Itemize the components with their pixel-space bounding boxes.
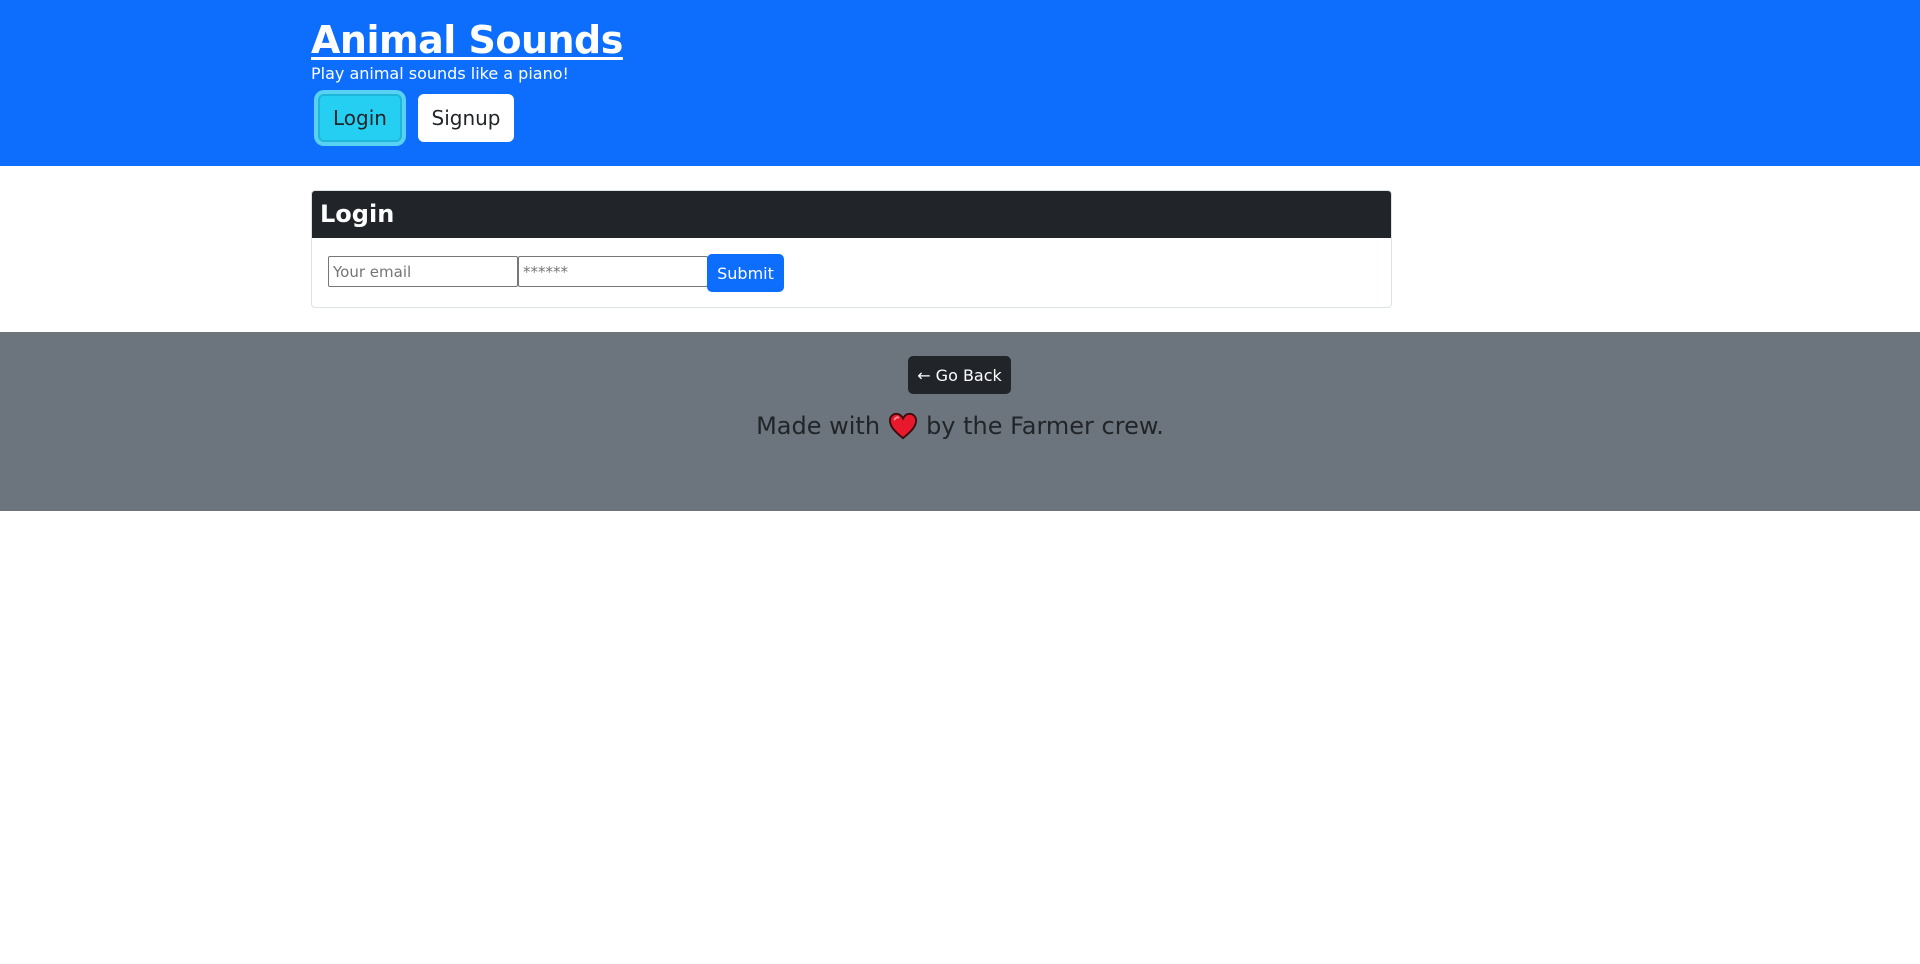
- nav-login-button[interactable]: Login: [318, 94, 402, 142]
- site-tagline: Play animal sounds like a piano!: [311, 64, 569, 83]
- site-title-link[interactable]: Animal Sounds: [311, 14, 623, 66]
- login-card-title: Login: [312, 191, 1391, 238]
- made-with-suffix: by the Farmer crew.: [926, 412, 1164, 440]
- go-back-button[interactable]: ← Go Back: [908, 356, 1011, 394]
- top-header: Animal Sounds Play animal sounds like a …: [0, 0, 1920, 166]
- heart-icon: [888, 412, 918, 440]
- login-card: Login Submit: [311, 190, 1392, 308]
- password-input[interactable]: [518, 256, 708, 287]
- page-footer: ← Go Back Made with by the Farmer crew.: [0, 332, 1920, 511]
- email-input[interactable]: [328, 256, 518, 287]
- submit-button[interactable]: Submit: [707, 254, 784, 292]
- made-with-text: Made with by the Farmer crew.: [0, 410, 1920, 442]
- made-with-prefix: Made with: [756, 412, 881, 440]
- nav-signup-button[interactable]: Signup: [418, 94, 514, 142]
